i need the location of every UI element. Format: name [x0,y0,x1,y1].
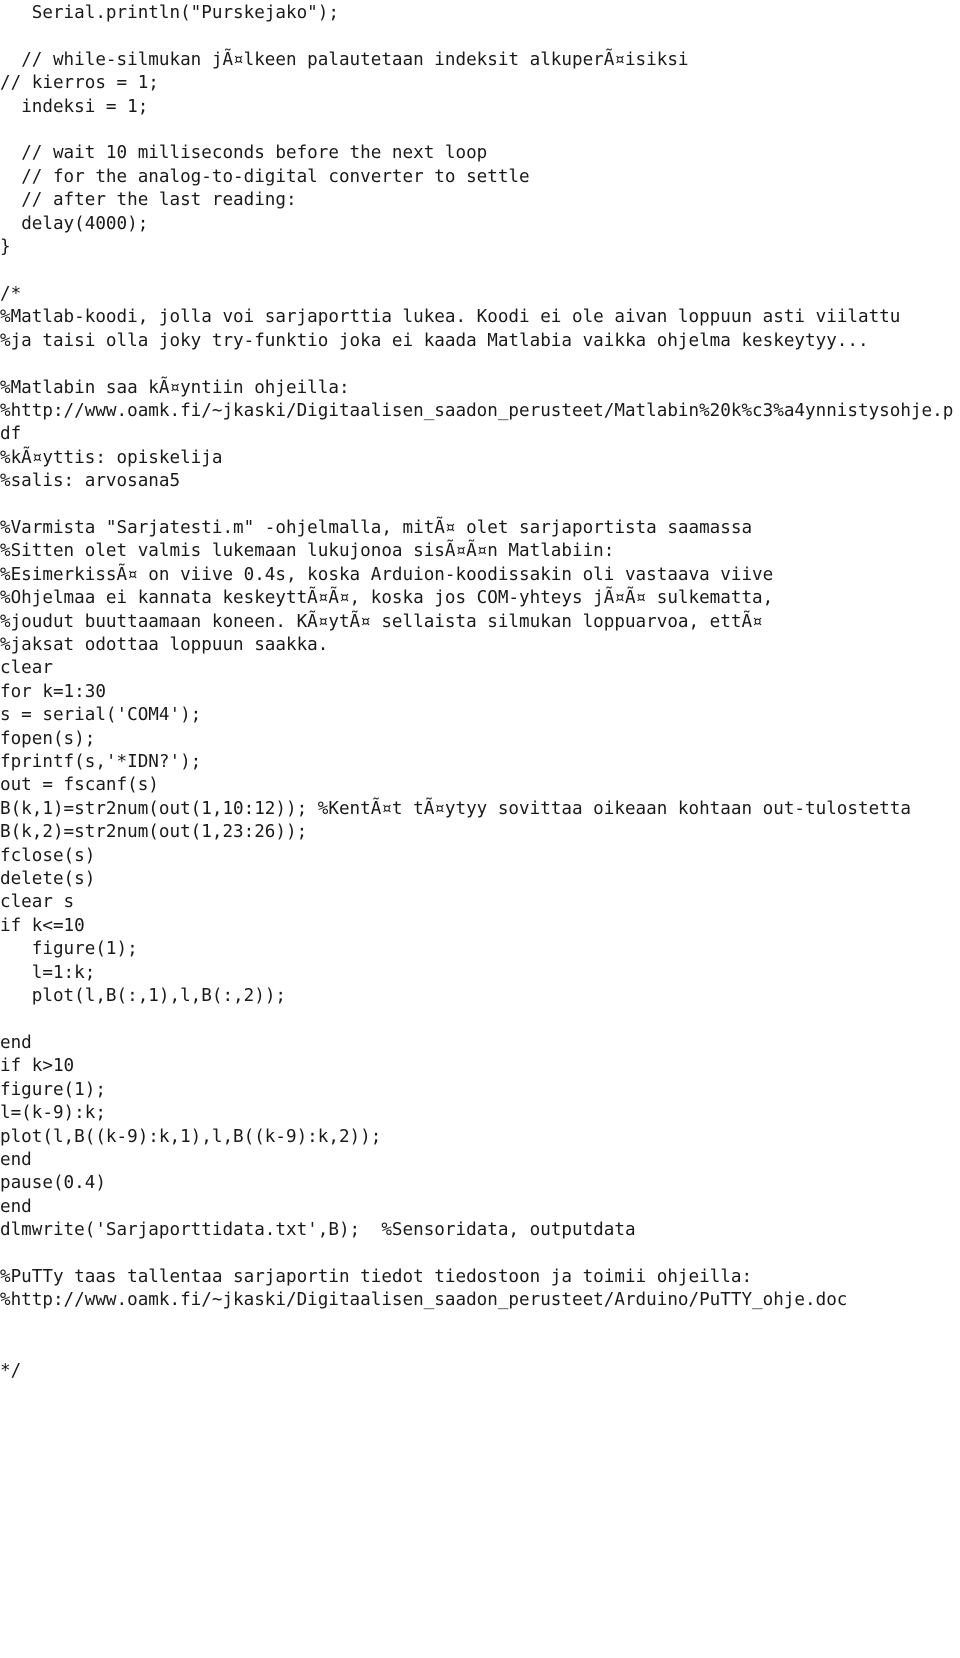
code-listing-text[interactable]: Serial.println("Purskejako"); // while-s… [0,2,960,1383]
document-page: Serial.println("Purskejako"); // while-s… [0,0,960,1658]
